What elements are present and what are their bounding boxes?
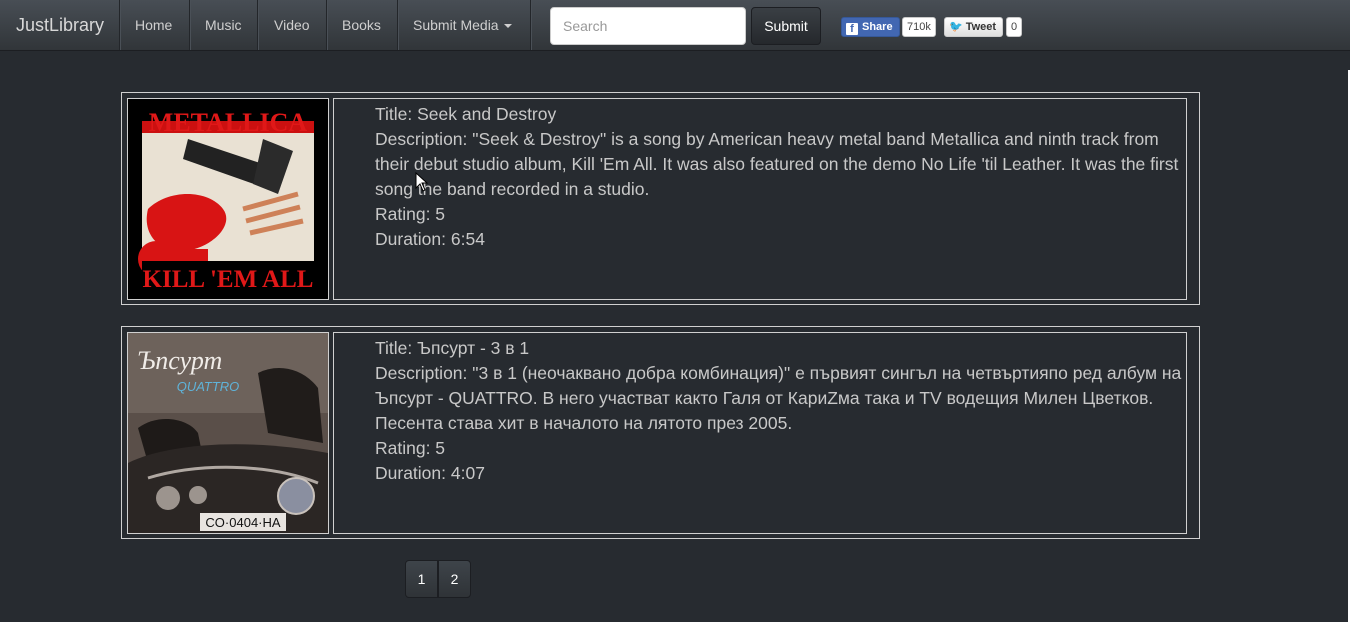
cover-band-text: Ъпсурт (138, 346, 223, 375)
nav-books[interactable]: Books (342, 17, 381, 33)
facebook-share-label: Share (862, 21, 893, 33)
cover-plate-text: CO·0404·HA (205, 515, 280, 530)
album-cover-art: Ъпсурт QUATTRO CO·0404·HA (128, 333, 328, 533)
media-description: Description: "3 в 1 (неочаквано добра ко… (375, 363, 1182, 433)
media-rating: Rating: 5 (375, 204, 446, 224)
media-card: Ъпсурт QUATTRO CO·0404·HA Title: Ъпсурт … (121, 326, 1200, 539)
album-cover-quattro[interactable]: Ъпсурт QUATTRO CO·0404·HA (127, 332, 329, 534)
media-rating: Rating: 5 (375, 438, 446, 458)
media-info: Title: Ъпсурт - 3 в 1 Description: "3 в … (333, 332, 1187, 534)
cover-band-text: METALLICA (149, 108, 308, 137)
caret-down-icon (503, 24, 512, 29)
nav-home[interactable]: Home (135, 17, 172, 33)
nav-divider (397, 0, 398, 50)
album-cover-art: METALLICA KILL 'EM ALL (128, 99, 328, 299)
tweet-label: Tweet (965, 21, 997, 33)
twitter-bird-icon: 🐦 (949, 21, 963, 33)
nav-divider (257, 0, 258, 50)
brand-logo[interactable]: JustLibrary (16, 15, 104, 36)
media-card: METALLICA KILL 'EM ALL Title: Seek and D… (121, 92, 1200, 305)
mouse-cursor-icon (415, 172, 429, 192)
tweet-button[interactable]: 🐦 Tweet (944, 17, 1004, 37)
nav-submit-media-dropdown[interactable]: Submit Media (413, 17, 512, 33)
media-duration: Duration: 4:07 (375, 463, 485, 483)
share-count: 710k (902, 17, 936, 37)
album-cover-kill-em-all[interactable]: METALLICA KILL 'EM ALL (127, 98, 329, 300)
facebook-share-button[interactable]: f Share (841, 17, 900, 37)
nav-divider (189, 0, 190, 50)
cover-album-text: QUATTRO (177, 379, 240, 394)
media-title: Title: Seek and Destroy (375, 104, 557, 124)
page-button-1[interactable]: 1 (405, 560, 438, 598)
cover-album-text: KILL 'EM ALL (143, 266, 314, 293)
nav-divider (119, 0, 120, 50)
nav-divider (326, 0, 327, 50)
nav-divider (530, 0, 531, 50)
media-duration: Duration: 6:54 (375, 229, 485, 249)
navbar: JustLibrary Home Music Video Books Submi… (0, 0, 1350, 51)
nav-submit-media-label: Submit Media (413, 17, 499, 33)
search-input[interactable] (550, 7, 746, 45)
media-title: Title: Ъпсурт - 3 в 1 (375, 338, 530, 358)
facebook-icon: f (846, 23, 858, 35)
page-button-2[interactable]: 2 (438, 560, 471, 598)
submit-button[interactable]: Submit (751, 7, 821, 45)
tweet-count: 0 (1006, 17, 1023, 37)
nav-music[interactable]: Music (205, 17, 242, 33)
media-description: Description: "Seek & Destroy" is a song … (375, 129, 1179, 199)
media-info: Title: Seek and Destroy Description: "Se… (333, 98, 1187, 300)
nav-video[interactable]: Video (274, 17, 310, 33)
